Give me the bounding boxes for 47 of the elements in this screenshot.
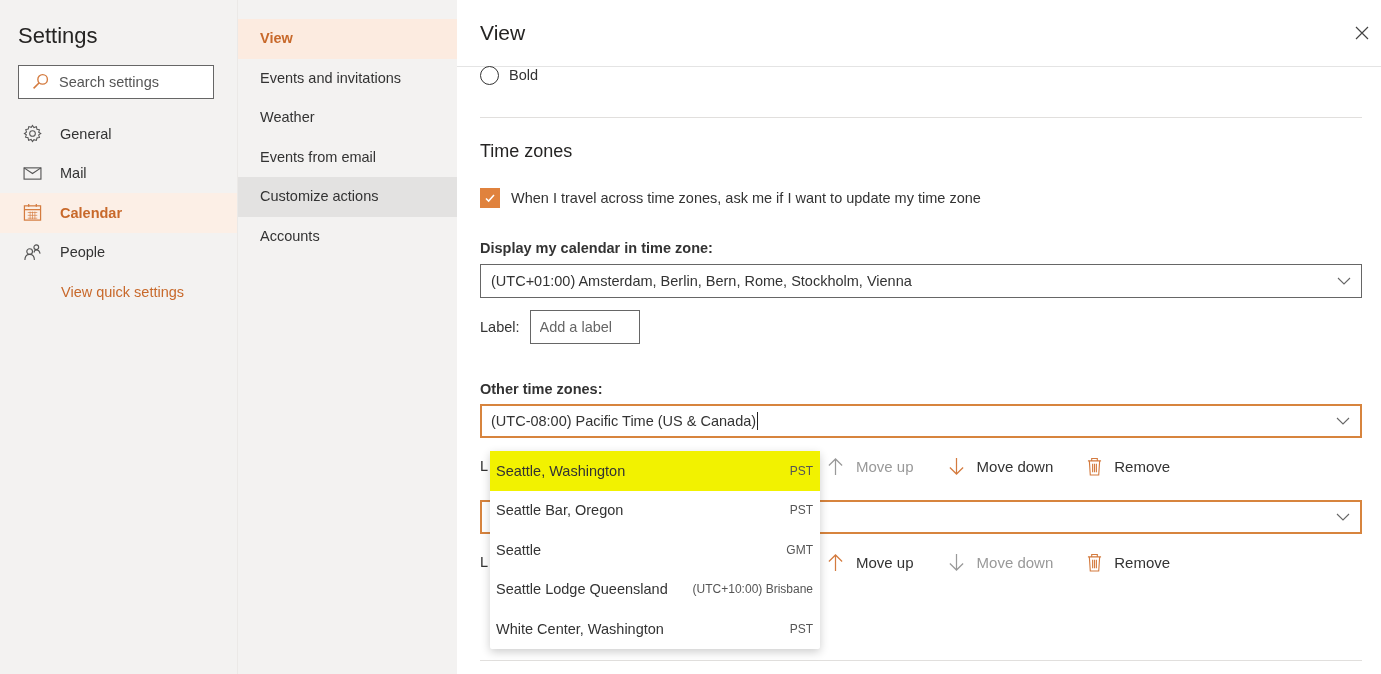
panel-title: View: [480, 21, 526, 45]
arrow-down-icon: [947, 456, 965, 476]
suggestion-option[interactable]: Seattle GMT: [490, 530, 820, 570]
checkmark-icon: [484, 192, 496, 204]
settings-title: Settings: [18, 23, 99, 49]
subnav-item[interactable]: Events and invitations: [238, 58, 457, 98]
timezone-dropdown[interactable]: (UTC+01:00) Amsterdam, Berlin, Bern, Rome, Stockholm, Vienna: [480, 264, 1362, 298]
move-down-button[interactable]: Move down: [947, 456, 1054, 476]
nav-item[interactable]: General: [0, 114, 237, 154]
subnav-item[interactable]: Customize actions: [238, 177, 457, 217]
label-caption: L: [480, 458, 489, 474]
checkbox[interactable]: [480, 188, 500, 208]
envelope-icon: [23, 165, 42, 181]
trash-icon: [1087, 552, 1103, 572]
field-label: Other time zones:: [480, 381, 604, 398]
move-up-button[interactable]: Move up: [827, 552, 914, 572]
radio-label: Bold: [509, 67, 539, 83]
suggestion-option[interactable]: Seattle Lodge Queensland (UTC+10:00) Brisbane: [490, 569, 820, 609]
trash-icon: [1087, 456, 1103, 476]
search-field[interactable]: Search settings: [18, 65, 214, 99]
suggestion-option[interactable]: Seattle Bar, Oregon PST: [490, 490, 820, 530]
people-icon: [23, 242, 42, 262]
label-caption: Label:: [480, 319, 520, 335]
close-icon[interactable]: [1355, 26, 1369, 40]
nav-item[interactable]: People: [0, 232, 237, 272]
remove-button[interactable]: Remove: [1087, 552, 1171, 572]
label-input-field[interactable]: Add a label: [529, 310, 640, 344]
arrow-up-icon: [827, 552, 844, 572]
timezone-dropdown[interactable]: (UTC-08:00) Pacific Time (US & Canada): [480, 404, 1362, 438]
chevron-down-icon: [1336, 417, 1350, 425]
suggestion-option[interactable]: Seattle, Washington PST: [490, 451, 820, 491]
arrow-down-icon: [947, 552, 965, 572]
section-title: Time zones: [480, 141, 574, 163]
subnav-item[interactable]: Weather: [238, 98, 457, 138]
subnav-item[interactable]: Accounts: [238, 216, 457, 256]
suggestion-option[interactable]: White Center, Washington PST: [490, 609, 820, 649]
chevron-down-icon: [1337, 277, 1351, 285]
chevron-down-icon: [1336, 513, 1350, 521]
calendar-icon: [23, 203, 42, 223]
label-caption: L: [480, 554, 489, 570]
field-label: Display my calendar in time zone:: [480, 240, 714, 257]
subnav-item[interactable]: Events from email: [238, 137, 457, 177]
remove-button[interactable]: Remove: [1087, 456, 1171, 476]
checkbox-label: When I travel across time zones, ask me if I want to update my time zone: [511, 190, 981, 206]
gear-icon: [23, 124, 42, 144]
nav-item[interactable]: Mail: [0, 153, 237, 193]
arrow-up-icon: [827, 456, 844, 476]
